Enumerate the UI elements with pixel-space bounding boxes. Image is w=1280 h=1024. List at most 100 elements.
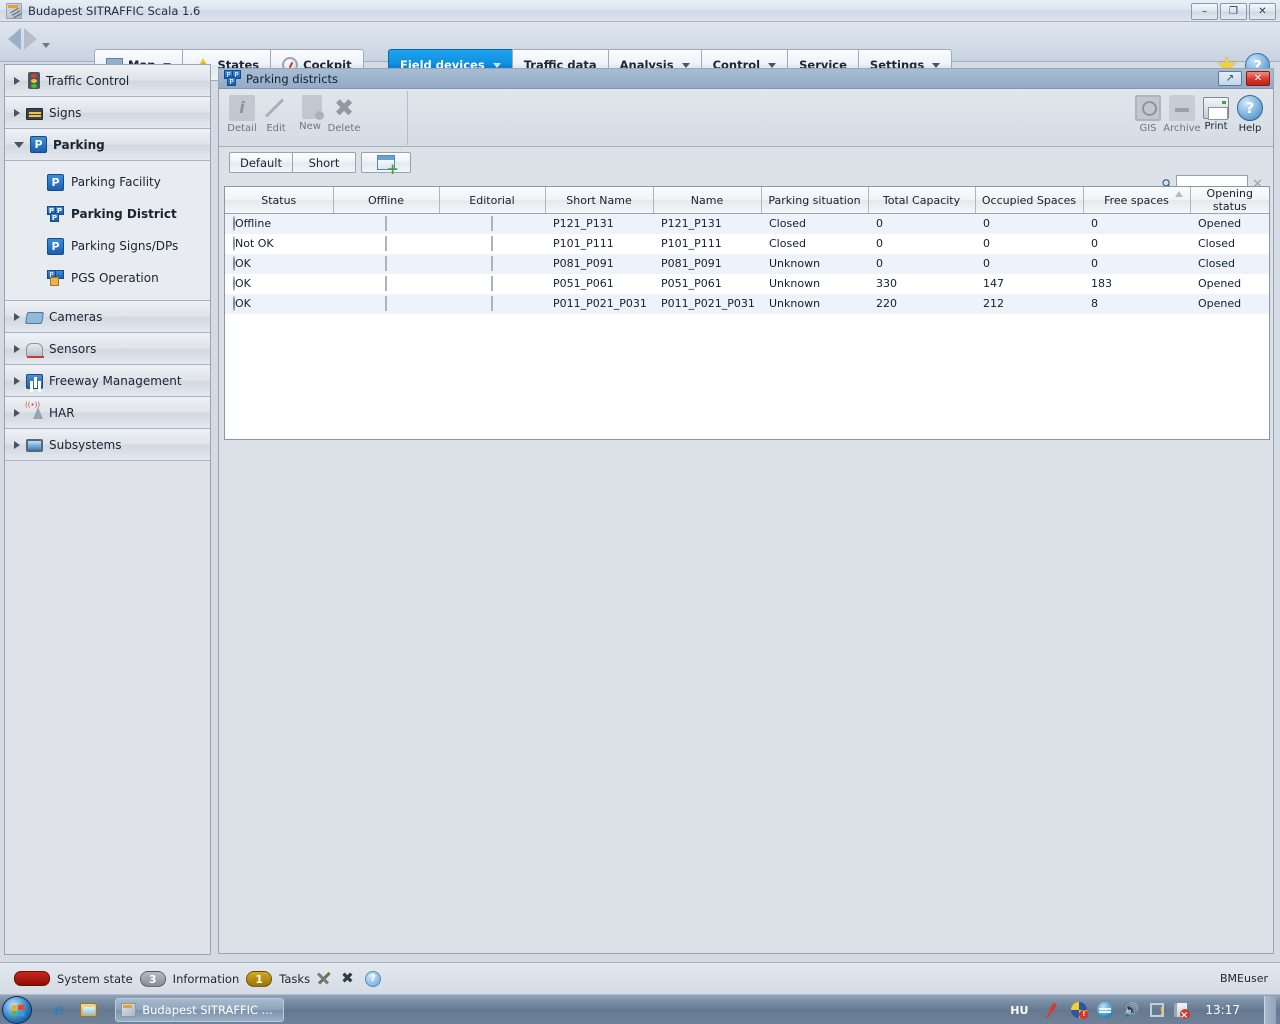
column-header-free-spaces[interactable]: Free spaces xyxy=(1083,187,1191,214)
column-header-occupied-spaces[interactable]: Occupied Spaces xyxy=(975,187,1084,214)
sidebar-item-cameras[interactable]: Cameras xyxy=(5,301,210,333)
internet-explorer-icon[interactable]: e xyxy=(54,1000,64,1019)
view-default-button[interactable]: Default xyxy=(229,152,293,173)
file-explorer-icon[interactable] xyxy=(80,1002,98,1017)
gis-button[interactable]: GIS xyxy=(1131,91,1165,134)
system-state-indicator[interactable] xyxy=(14,971,50,986)
tools-icon[interactable] xyxy=(317,970,334,987)
cell-status: OK xyxy=(225,253,333,274)
column-header-free-spaces-label: Free spaces xyxy=(1104,193,1169,207)
archive-button[interactable]: Archive xyxy=(1163,91,1201,134)
data-table: Status Offline Editorial Short Name Name… xyxy=(225,187,1269,314)
add-column-button[interactable] xyxy=(361,152,411,175)
taskbar-item-sitraffic[interactable]: Budapest SITRAFFIC ... xyxy=(115,997,284,1022)
help-icon[interactable]: ? xyxy=(365,970,382,987)
restore-button[interactable]: ❐ xyxy=(1220,3,1247,20)
sidebar-item-pgs-operation[interactable]: P PGS Operation xyxy=(5,262,210,294)
print-button[interactable]: Print xyxy=(1199,91,1233,132)
windows-start-icon[interactable] xyxy=(2,995,32,1024)
sidebar-item-label: Signs xyxy=(49,105,82,120)
main-toolbar: Map States Cockpit Field devices Traffic… xyxy=(0,22,1280,81)
table-row[interactable]: OK P081_P091 P081_P091 Unknown 0 0 0 Closed xyxy=(225,253,1269,274)
sidebar: Traffic Control Signs P Parking P Parkin… xyxy=(4,64,211,955)
close-button[interactable]: ✕ xyxy=(1249,3,1276,20)
sidebar-subitem-label: PGS Operation xyxy=(71,271,159,285)
blue-circle-icon[interactable] xyxy=(1097,1002,1114,1018)
minimize-button[interactable]: – xyxy=(1191,3,1218,20)
cell-offline xyxy=(333,273,439,294)
detail-button[interactable]: i Detail xyxy=(225,91,259,134)
cell-status: OK xyxy=(225,273,333,294)
chevron-down-icon[interactable] xyxy=(42,42,50,48)
sound-muted-icon[interactable]: ✖ xyxy=(341,970,358,987)
column-header-status[interactable]: Status xyxy=(225,187,334,214)
editorial-checkbox[interactable] xyxy=(491,296,493,311)
column-header-total-capacity[interactable]: Total Capacity xyxy=(868,187,976,214)
quick-launch-bar: e xyxy=(54,1000,98,1019)
view-short-button[interactable]: Short xyxy=(292,152,356,173)
show-desktop-icon[interactable] xyxy=(1264,996,1276,1024)
new-button[interactable]: New xyxy=(293,91,327,132)
information-count-badge[interactable]: 3 xyxy=(139,970,166,987)
print-button-label: Print xyxy=(1204,121,1228,132)
table-row[interactable]: Not OK P101_P111 P101_P111 Closed 0 0 0 Closed xyxy=(225,233,1269,254)
cell-status-label: OK xyxy=(235,297,251,310)
sidebar-item-subsystems[interactable]: Subsystems xyxy=(5,429,210,461)
delete-button[interactable]: ✖ Delete xyxy=(327,91,361,134)
chevron-down-icon xyxy=(14,141,24,148)
sidebar-item-signs[interactable]: Signs xyxy=(5,97,210,129)
table-row[interactable]: OK P051_P061 P051_P061 Unknown 330 147 183 Open… xyxy=(225,273,1269,294)
column-header-opening-status[interactable]: Opening status xyxy=(1190,187,1269,214)
tasks-count-badge[interactable]: 1 xyxy=(246,970,273,987)
cell-status: OK xyxy=(225,293,333,314)
edit-button[interactable]: Edit xyxy=(259,91,293,134)
sidebar-item-sensors[interactable]: Sensors xyxy=(5,333,210,365)
editorial-checkbox[interactable] xyxy=(491,236,493,251)
cell-editorial xyxy=(439,233,545,254)
column-header-editorial[interactable]: Editorial xyxy=(439,187,546,214)
sidebar-item-parking-district[interactable]: PPP Parking District xyxy=(5,198,210,230)
editorial-checkbox[interactable] xyxy=(491,256,493,271)
cell-short-name: P121_P131 xyxy=(545,213,653,234)
offline-checkbox[interactable] xyxy=(385,256,387,271)
cell-occupied-spaces: 0 xyxy=(975,213,1083,234)
offline-checkbox[interactable] xyxy=(385,296,387,311)
sidebar-item-parking-facility[interactable]: P Parking Facility xyxy=(5,166,210,198)
editorial-checkbox[interactable] xyxy=(491,216,493,231)
delete-button-label: Delete xyxy=(327,123,361,134)
cell-short-name: P051_P061 xyxy=(545,273,653,294)
back-arrow-icon[interactable] xyxy=(8,28,21,50)
column-header-name[interactable]: Name xyxy=(653,187,762,214)
sidebar-item-freeway-management[interactable]: Freeway Management xyxy=(5,365,210,397)
sidebar-item-har[interactable]: HAR xyxy=(5,397,210,429)
flag-error-icon[interactable] xyxy=(1174,1003,1191,1021)
offline-checkbox[interactable] xyxy=(385,276,387,291)
table-header-row: Status Offline Editorial Short Name Name… xyxy=(225,187,1269,214)
sidebar-item-parking[interactable]: P Parking xyxy=(5,129,210,161)
sidebar-item-traffic-control[interactable]: Traffic Control xyxy=(5,65,210,97)
cell-total-capacity: 220 xyxy=(868,293,975,314)
column-header-parking-situation[interactable]: Parking situation xyxy=(761,187,869,214)
language-indicator[interactable]: HU xyxy=(1010,1004,1028,1017)
sidebar-item-label: Sensors xyxy=(49,341,97,356)
taskbar-clock[interactable]: 13:17 xyxy=(1205,1003,1240,1017)
help-button[interactable]: ? Help xyxy=(1233,91,1267,134)
table-row[interactable]: Offline P121_P131 P121_P131 Closed 0 0 0 Opened xyxy=(225,213,1269,234)
navigation-arrows xyxy=(8,28,50,50)
table-row[interactable]: OK P011_P021_P031 P011_P021_P031 Unknown 220… xyxy=(225,293,1269,314)
forward-arrow-icon[interactable] xyxy=(24,28,37,50)
column-header-offline[interactable]: Offline xyxy=(333,187,440,214)
offline-checkbox[interactable] xyxy=(385,236,387,251)
editorial-checkbox[interactable] xyxy=(491,276,493,291)
pin-icon[interactable] xyxy=(1044,1002,1061,1019)
panel-ribbon: i Detail Edit New ✖ Delete GIS Archive P… xyxy=(219,89,1273,147)
panel-close-button[interactable]: ✕ xyxy=(1246,71,1270,86)
sidebar-item-parking-signs-dps[interactable]: P Parking Signs/DPs xyxy=(5,230,210,262)
cell-free-spaces: 8 xyxy=(1083,293,1190,314)
offline-checkbox[interactable] xyxy=(385,216,387,231)
column-header-short-name[interactable]: Short Name xyxy=(545,187,654,214)
action-center-warning-icon[interactable] xyxy=(1150,1003,1165,1018)
network-warning-icon[interactable] xyxy=(1071,1002,1089,1019)
panel-maximize-button[interactable]: ↗ xyxy=(1218,71,1242,86)
volume-icon[interactable]: 🔊 xyxy=(1123,1002,1140,1019)
